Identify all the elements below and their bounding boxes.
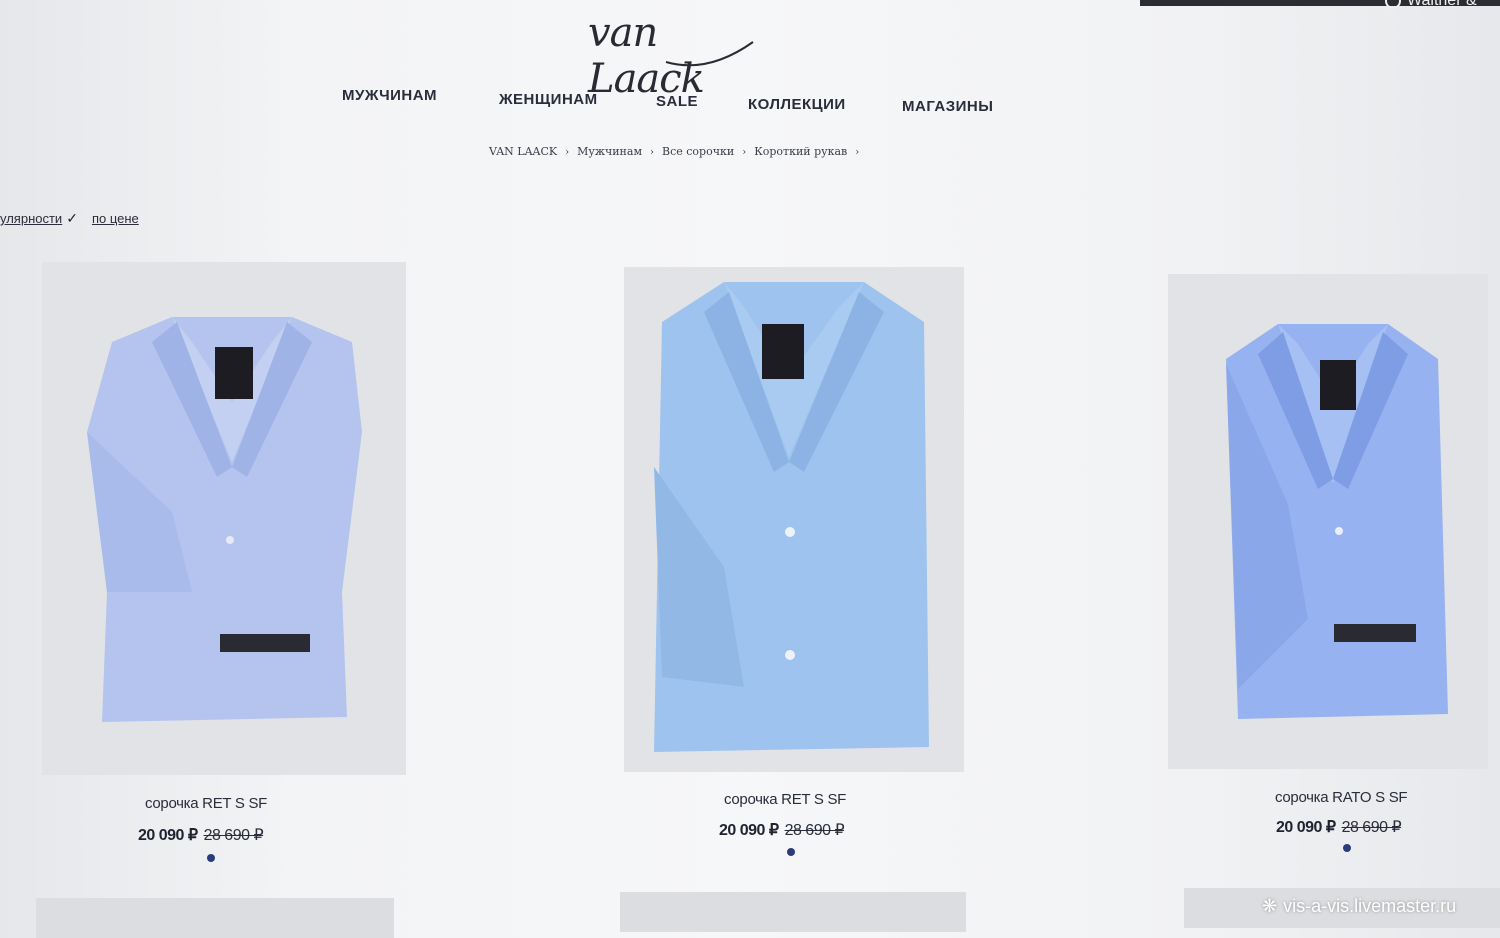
product-name[interactable]: сорочка RATO S SF xyxy=(1275,789,1408,806)
watermark: ❋ vis-a-vis.livemaster.ru xyxy=(1262,896,1456,917)
product-image[interactable] xyxy=(1168,274,1488,769)
old-price: 28 690 ₽ xyxy=(1341,819,1402,836)
nav-men[interactable]: МУЖЧИНАМ xyxy=(342,87,437,104)
logo-swash-icon xyxy=(665,41,754,67)
shirt-icon xyxy=(654,282,929,752)
product-image[interactable] xyxy=(620,892,966,932)
current-price: 20 090 ₽ xyxy=(138,827,198,844)
nav-stores[interactable]: МАГАЗИНЫ xyxy=(902,98,993,115)
breadcrumb-item[interactable]: Мужчинам xyxy=(577,145,642,158)
product-image[interactable] xyxy=(624,267,964,772)
product-price: 20 090 ₽ 28 690 ₽ xyxy=(138,825,264,845)
product-name[interactable]: сорочка RET S SF xyxy=(724,791,846,808)
current-price: 20 090 ₽ xyxy=(719,822,779,839)
shirt-icon xyxy=(1226,324,1448,719)
product-image[interactable] xyxy=(42,262,406,775)
snowflake-icon: ❋ xyxy=(1262,896,1278,916)
check-icon: ✓ xyxy=(66,210,78,226)
account-name: Walther & xyxy=(1407,0,1477,9)
breadcrumb-item[interactable]: Короткий рукав xyxy=(754,145,847,158)
breadcrumb-item[interactable]: Все сорочки xyxy=(662,145,734,158)
nav-collections[interactable]: КОЛЛЕКЦИИ xyxy=(748,96,846,113)
breadcrumb-separator: › xyxy=(742,147,747,158)
color-swatch[interactable] xyxy=(207,854,215,862)
breadcrumb: VAN LAACK › Мужчинам › Все сорочки › Короткий … xyxy=(489,145,867,158)
breadcrumb-separator: › xyxy=(565,147,570,158)
account-link[interactable]: Walther & xyxy=(1385,0,1477,10)
watermark-text: vis-a-vis.livemaster.ru xyxy=(1283,896,1457,916)
product-name[interactable]: сорочка RET S SF xyxy=(145,795,267,812)
old-price: 28 690 ₽ xyxy=(784,822,845,839)
sort-controls: улярности ✓ по цене xyxy=(0,210,139,227)
sort-by-price[interactable]: по цене xyxy=(92,211,139,226)
breadcrumb-separator: › xyxy=(855,147,860,158)
color-swatch[interactable] xyxy=(1343,844,1351,852)
breadcrumb-item[interactable]: VAN LAACK xyxy=(489,145,557,158)
breadcrumb-separator: › xyxy=(650,147,654,158)
product-price: 20 090 ₽ 28 690 ₽ xyxy=(719,820,845,840)
user-icon xyxy=(1385,0,1401,9)
brand-logo[interactable]: van Laack xyxy=(588,2,763,102)
nav-women[interactable]: ЖЕНЩИНАМ xyxy=(499,91,598,108)
old-price: 28 690 ₽ xyxy=(203,827,264,844)
current-price: 20 090 ₽ xyxy=(1276,819,1336,836)
sort-by-popularity[interactable]: улярности xyxy=(0,211,62,226)
product-image[interactable] xyxy=(36,898,394,938)
product-price: 20 090 ₽ 28 690 ₽ xyxy=(1276,817,1402,837)
nav-sale[interactable]: SALE xyxy=(656,93,698,110)
shirt-icon xyxy=(87,317,362,722)
color-swatch[interactable] xyxy=(787,848,795,856)
